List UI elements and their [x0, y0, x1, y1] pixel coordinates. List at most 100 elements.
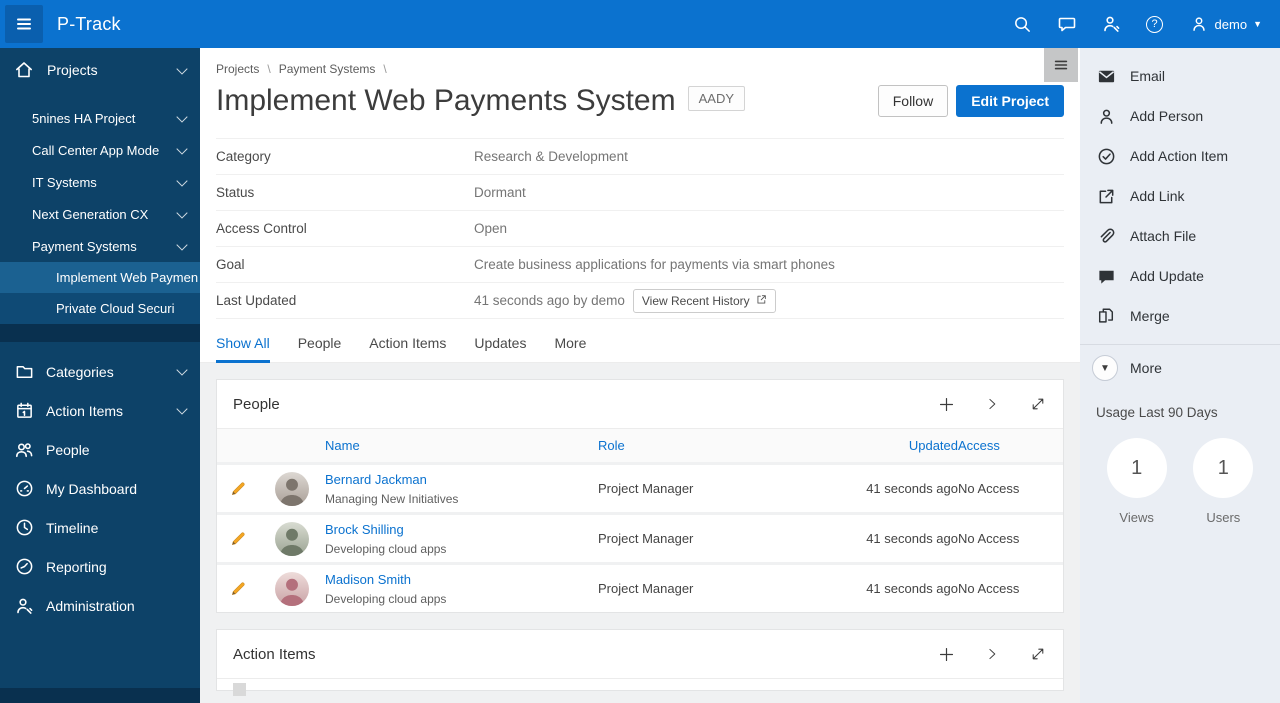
usage-stats: 1 Views 1 Users	[1080, 438, 1280, 525]
action-items-card-header: Action Items	[217, 630, 1063, 678]
detail-row-goal: Goal Create business applications for pa…	[216, 247, 1064, 283]
avatar	[275, 571, 309, 606]
tab-people[interactable]: People	[298, 335, 342, 362]
view-recent-history-button[interactable]: View Recent History	[632, 288, 776, 313]
action-email[interactable]: Email	[1080, 56, 1280, 96]
tab-action-items[interactable]: Action Items	[369, 335, 446, 362]
action-merge[interactable]: Merge	[1080, 296, 1280, 336]
panel-menu-icon[interactable]	[1044, 48, 1078, 82]
user-wrench-icon[interactable]	[1101, 14, 1121, 34]
sidebar-item-label: Projects	[47, 62, 98, 78]
person-subtitle: Developing cloud apps	[325, 592, 447, 606]
breadcrumb-item-payment-systems[interactable]: Payment Systems	[279, 62, 376, 76]
tab-updates[interactable]: Updates	[474, 335, 526, 362]
search-icon[interactable]	[1013, 14, 1033, 34]
chevron-right-icon[interactable]	[983, 645, 1001, 663]
sidebar-item-projects[interactable]: Projects	[0, 50, 200, 90]
column-header-updated[interactable]: Updated	[909, 438, 958, 453]
header-buttons: Follow Edit Project	[877, 85, 1064, 117]
paperclip-icon	[1096, 226, 1116, 246]
chevron-down-icon[interactable]	[176, 206, 188, 219]
action-add-link[interactable]: Add Link	[1080, 176, 1280, 216]
sidebar-item-action-items[interactable]: Action Items	[0, 391, 200, 430]
avatar	[275, 521, 309, 556]
person-access: No Access	[958, 481, 1020, 496]
follow-button[interactable]: Follow	[877, 85, 949, 117]
more-button[interactable]: ▼ More	[1080, 345, 1280, 391]
column-header-role[interactable]: Role	[598, 438, 813, 453]
chevron-down-icon[interactable]	[176, 364, 188, 376]
person-name-link[interactable]: Madison Smith	[325, 572, 411, 587]
projects-sub-list: 5nines HA Project Call Center App Mode I…	[0, 102, 200, 262]
column-header-name[interactable]: Name	[325, 438, 598, 453]
action-items-card: Action Items	[216, 629, 1064, 696]
sidebar-item-it-systems[interactable]: IT Systems	[0, 166, 200, 198]
usage-title: Usage Last 90 Days	[1096, 405, 1218, 420]
email-icon	[1096, 66, 1116, 86]
help-icon[interactable]: ?	[1145, 14, 1165, 34]
sidebar-item-reporting[interactable]: Reporting	[0, 547, 200, 586]
app-title: P-Track	[57, 13, 121, 34]
clock-icon	[14, 518, 34, 538]
sidebar-item-call-center-app-mode[interactable]: Call Center App Mode	[0, 134, 200, 166]
chevron-down-icon[interactable]	[176, 238, 188, 251]
sidebar-item-timeline[interactable]: Timeline	[0, 508, 200, 547]
tab-more[interactable]: More	[554, 335, 586, 362]
usage-users: 1 Users	[1193, 438, 1254, 525]
chat-icon[interactable]	[1057, 14, 1077, 34]
add-icon[interactable]	[937, 645, 955, 663]
tab-show-all[interactable]: Show All	[216, 335, 270, 363]
avatar	[275, 471, 309, 506]
sidebar-item-next-generation-cx[interactable]: Next Generation CX	[0, 198, 200, 230]
edit-pencil-icon[interactable]	[229, 580, 247, 598]
chevron-right-icon[interactable]	[983, 395, 1001, 413]
sidebar-item-people[interactable]: People	[0, 430, 200, 469]
action-attach-file[interactable]: Attach File	[1080, 216, 1280, 256]
sidebar-item-implement-web-payments[interactable]: Implement Web Paymen	[0, 262, 200, 293]
sidebar-item-5nines-ha-project[interactable]: 5nines HA Project	[0, 102, 200, 134]
edit-project-button[interactable]: Edit Project	[956, 85, 1064, 117]
sidebar-item-my-dashboard[interactable]: My Dashboard	[0, 469, 200, 508]
home-icon	[14, 60, 34, 80]
sidebar-item-administration[interactable]: Administration	[0, 586, 200, 625]
caret-down-icon: ▼	[1092, 355, 1118, 381]
breadcrumb-item-projects[interactable]: Projects	[216, 62, 259, 76]
cards-section: People Name Role Updated Access Bernard …	[200, 363, 1080, 703]
chevron-down-icon[interactable]	[176, 403, 188, 415]
edit-pencil-icon[interactable]	[229, 480, 247, 498]
person-subtitle: Managing New Initiatives	[325, 492, 459, 506]
sidebar-item-payment-systems[interactable]: Payment Systems	[0, 230, 200, 262]
chevron-down-icon[interactable]	[176, 174, 188, 187]
sidebar-group-divider	[0, 324, 200, 342]
action-items-table-clipped	[217, 678, 1063, 696]
detail-row-category: Category Research & Development	[216, 139, 1064, 175]
folder-icon	[14, 362, 34, 382]
expand-icon[interactable]	[1029, 395, 1047, 413]
action-add-action-item[interactable]: Add Action Item	[1080, 136, 1280, 176]
people-icon	[14, 440, 34, 460]
action-add-person[interactable]: Add Person	[1080, 96, 1280, 136]
column-header-access[interactable]: Access	[958, 438, 1063, 453]
action-add-update[interactable]: Add Update	[1080, 256, 1280, 296]
chevron-down-icon[interactable]	[176, 142, 188, 155]
views-count: 1	[1106, 438, 1167, 498]
table-row: Madison Smith Developing cloud apps Proj…	[217, 562, 1063, 612]
chevron-down-icon[interactable]	[176, 110, 188, 123]
checkbox[interactable]	[233, 683, 246, 696]
user-menu[interactable]: demo ▼	[1189, 14, 1262, 34]
project-details: Category Research & Development Status D…	[216, 138, 1064, 319]
merge-icon	[1096, 306, 1116, 326]
person-name-link[interactable]: Brock Shilling	[325, 522, 404, 537]
person-name-link[interactable]: Bernard Jackman	[325, 472, 427, 487]
sidebar-item-private-cloud-security[interactable]: Private Cloud Securi	[0, 293, 200, 324]
sidebar-item-categories[interactable]: Categories	[0, 352, 200, 391]
action-items-card-title: Action Items	[233, 645, 316, 663]
add-icon[interactable]	[937, 395, 955, 413]
edit-pencil-icon[interactable]	[229, 530, 247, 548]
people-card-header: People	[217, 380, 1063, 428]
chevron-down-icon[interactable]	[176, 62, 188, 75]
expand-icon[interactable]	[1029, 645, 1047, 663]
tab-bar: Show All People Action Items Updates Mor…	[200, 335, 1080, 363]
views-label: Views	[1119, 510, 1154, 525]
menu-icon[interactable]	[5, 5, 43, 43]
